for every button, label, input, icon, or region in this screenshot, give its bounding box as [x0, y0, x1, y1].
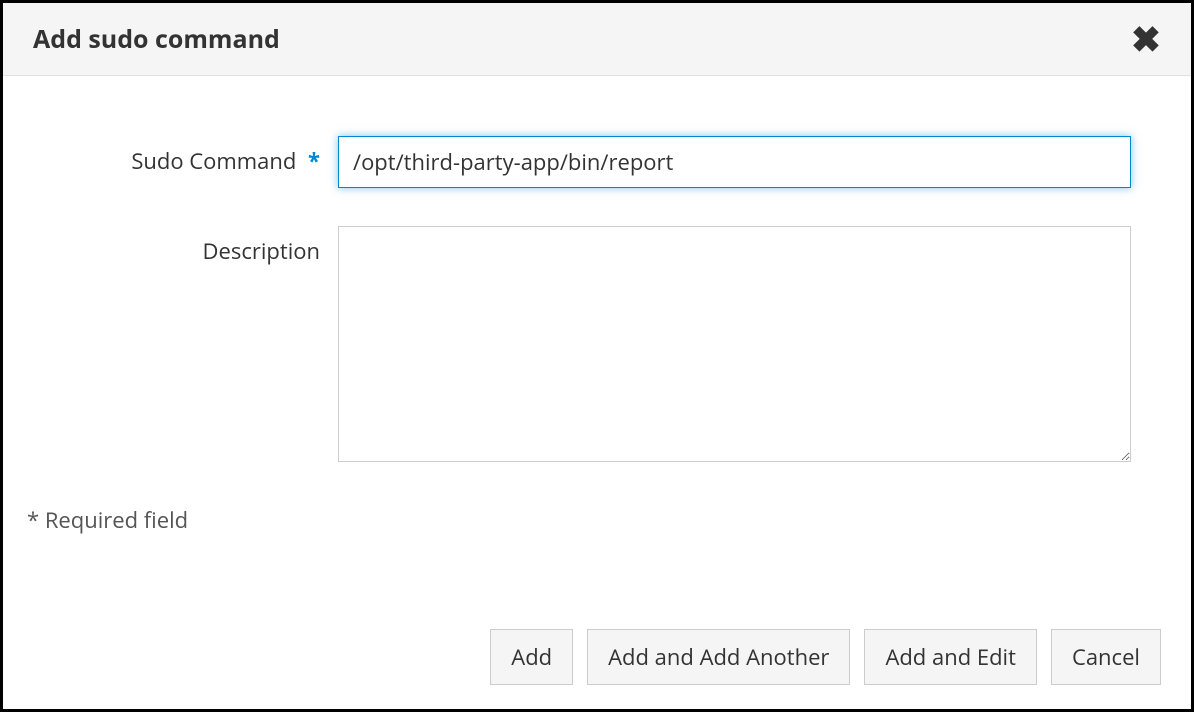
- dialog-footer: Add Add and Add Another Add and Edit Can…: [3, 609, 1191, 709]
- required-field-note: * Required field: [27, 505, 1161, 535]
- add-and-edit-button[interactable]: Add and Edit: [864, 629, 1037, 685]
- dialog-header: Add sudo command ✖: [3, 3, 1191, 76]
- dialog-body: Sudo Command * Description * Required fi…: [3, 76, 1191, 609]
- description-label: Description: [33, 226, 338, 266]
- sudo-command-input[interactable]: [338, 136, 1131, 188]
- sudo-command-control: [338, 136, 1131, 188]
- add-sudo-command-dialog: Add sudo command ✖ Sudo Command * Descri…: [0, 0, 1194, 712]
- close-icon[interactable]: ✖: [1131, 21, 1161, 57]
- dialog-title: Add sudo command: [33, 22, 280, 56]
- required-indicator: *: [308, 146, 320, 176]
- description-row: Description: [33, 226, 1161, 467]
- add-and-add-another-button[interactable]: Add and Add Another: [587, 629, 850, 685]
- add-button[interactable]: Add: [490, 629, 573, 685]
- sudo-command-label-text: Sudo Command: [131, 146, 296, 176]
- description-textarea[interactable]: [338, 226, 1131, 462]
- sudo-command-row: Sudo Command *: [33, 136, 1161, 188]
- description-control: [338, 226, 1131, 467]
- sudo-command-label: Sudo Command *: [33, 136, 338, 176]
- cancel-button[interactable]: Cancel: [1051, 629, 1161, 685]
